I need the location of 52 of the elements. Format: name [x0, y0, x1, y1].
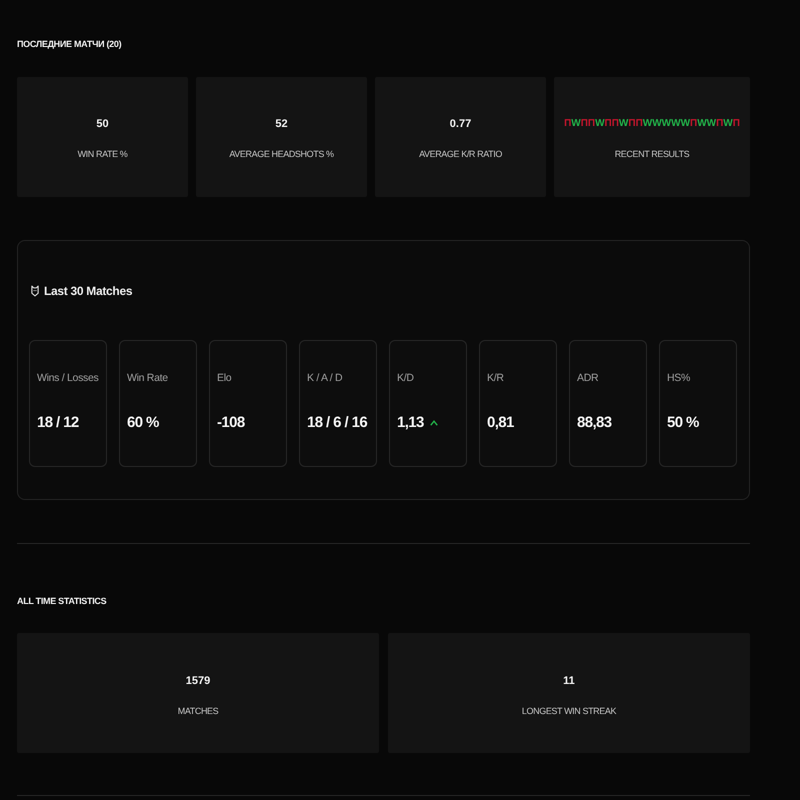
stat-label: WIN RATE % [78, 148, 128, 161]
stat-label: HS% [667, 371, 690, 386]
stat-label: Elo [217, 371, 232, 386]
match-result: W [642, 117, 652, 131]
match-result: П [580, 117, 588, 131]
match-result: П [732, 117, 740, 131]
stat-value: 18 / 6 / 16 [307, 413, 368, 433]
match-result: W [595, 117, 605, 131]
stat-label: K/R [487, 371, 504, 386]
stat-label: LONGEST WIN STREAK [522, 705, 616, 718]
match-result: П [604, 117, 612, 131]
stat-value: 1,13 [397, 413, 424, 433]
stat-label: AVERAGE HEADSHOTS % [229, 148, 334, 161]
match-result: W [618, 117, 628, 131]
section-title: ALL TIME STATISTICS [17, 595, 106, 607]
match-result: П [612, 117, 619, 131]
stat-label: RECENT RESULTS [614, 148, 690, 161]
stat-value: 0.77 [450, 117, 472, 131]
match-result: W [680, 117, 690, 131]
stat-value: 60 % [127, 413, 159, 433]
emblem-icon [31, 285, 39, 297]
stat-label: Win Rate [127, 371, 168, 386]
stat-value: 52 [275, 117, 288, 131]
match-result: W [723, 117, 733, 131]
stat-label: ADR [577, 371, 598, 386]
match-result: П [690, 117, 698, 131]
match-result: П [564, 117, 572, 131]
stat-value: 50 % [667, 413, 699, 433]
stat-value: -108 [217, 413, 245, 433]
stat-label: AVERAGE K/R RATIO [419, 148, 502, 161]
panel-title: Last 30 Matches [44, 283, 132, 300]
match-result: П [636, 117, 643, 131]
stat-value: 18 / 12 [37, 413, 79, 433]
match-result: П [716, 117, 724, 131]
match-result: П [628, 117, 636, 131]
stat-label: K / A / D [307, 371, 342, 386]
stat-value: 88,83 [577, 413, 612, 433]
stat-label: Wins / Losses [37, 371, 98, 386]
stat-value: 0,81 [487, 413, 514, 433]
match-result: W [706, 117, 716, 131]
match-result: W [697, 117, 707, 131]
stat-value: 1579 [186, 674, 210, 688]
section-title: ПОСЛЕДНИЕ МАТЧИ (20) [17, 38, 122, 50]
match-result: П [588, 117, 596, 131]
match-result: W [671, 117, 681, 131]
stat-label: K/D [397, 371, 414, 386]
match-result: W [652, 117, 662, 131]
stat-label: MATCHES [178, 705, 218, 718]
stat-value: 11 [563, 674, 575, 688]
match-result: W [662, 117, 672, 131]
match-result: W [571, 117, 581, 131]
stat-value: 50 [96, 117, 109, 131]
